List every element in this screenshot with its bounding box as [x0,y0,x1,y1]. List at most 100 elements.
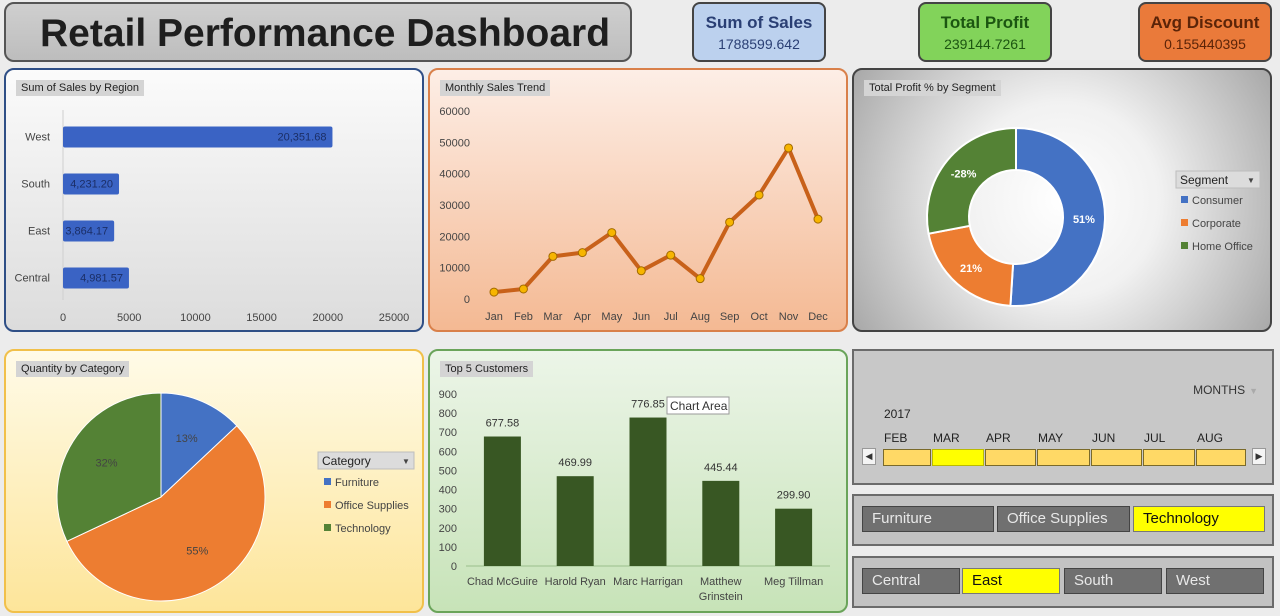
sales-by-region-svg: West 20,351.68 South 4,231.20 East 3,864.17 Ce… [15,110,409,324]
data-point [695,274,705,284]
legend-label: Consumer [1192,195,1243,207]
y-tick-label: 60000 [439,106,470,118]
chevron-down-icon: ▼ [402,457,410,466]
category-label: Marc Harrigan [613,576,683,588]
timeline-level-label: MONTHS [1193,383,1246,397]
y-tick-label: 10000 [439,263,470,275]
slicer-region-west[interactable]: West [1166,568,1264,594]
data-point [754,190,764,200]
bar [556,476,594,566]
y-tick-label: 900 [439,389,457,401]
y-tick-label: 30000 [439,200,470,212]
legend-swatch [324,501,331,508]
timeline-month-mar[interactable] [932,449,984,466]
timeline-prev-icon[interactable]: ◀ [862,448,876,465]
data-label: 51% [1073,214,1095,226]
y-tick-label: 300 [439,504,457,516]
chevron-down-icon: ▼ [1249,386,1258,396]
x-tick-label: Jul [664,311,678,323]
top-customers-svg: 900 800 700 600 500 400 300 200 100 0 677.58 Chad M… [439,389,830,603]
data-point [784,143,794,153]
category-label: West [25,132,50,144]
legend-swatch [324,524,331,531]
data-label: 469.99 [558,457,592,469]
category-label: Chad McGuire [467,576,538,588]
kpi-discount-label: Avg Discount [1150,13,1260,32]
legend-label: Corporate [1192,218,1241,230]
timeline-month-feb[interactable] [883,449,931,466]
data-label: 677.58 [486,418,520,430]
data-label: 4,231.20 [70,179,113,191]
chart-title: Quantity by Category [16,361,130,377]
months-timeline[interactable]: MONTHS ▼ 2017 ◀ ▶ FEB MAR APR MAY JUN JUL AUG [852,349,1274,485]
timeline-month-jun[interactable] [1091,449,1142,466]
timeline-month-jul[interactable] [1143,449,1195,466]
y-tick-label: 50000 [439,137,470,149]
kpi-discount-value: 0.155440395 [1164,36,1246,52]
timeline-month-may[interactable] [1037,449,1090,466]
bar [775,508,813,566]
dashboard-title: Retail Performance Dashboard [40,12,611,55]
kpi-profit-value: 239144.7261 [944,36,1026,52]
legend-label: Office Supplies [335,500,409,512]
bar [702,480,740,566]
data-label: 3,864.17 [65,226,108,238]
x-tick-label: Feb [514,311,533,323]
category-label: Grinstein [699,591,743,603]
y-tick-label: 100 [439,542,457,554]
x-tick-label: 0 [60,312,66,324]
kpi-sales-label: Sum of Sales [705,13,813,32]
x-tick-label: Aug [690,311,710,323]
y-tick-label: 0 [451,561,457,573]
timeline-month-label: APR [986,431,1011,445]
y-tick-label: 600 [439,446,457,458]
data-label: 32% [96,457,118,469]
y-tick-label: 200 [439,523,457,535]
sales-by-region-chart[interactable]: West 20,351.68 South 4,231.20 East 3,864.17 Ce… [4,68,424,332]
slicer-category-technology[interactable]: Technology [1133,506,1265,532]
data-label: 776.85 [631,399,665,411]
timeline-month-aug[interactable] [1196,449,1246,466]
data-label: 299.90 [777,490,811,502]
slicer-region-central[interactable]: Central [862,568,960,594]
chart-title: Monthly Sales Trend [440,80,551,96]
x-tick-label: Jun [632,311,650,323]
legend-swatch [1181,196,1188,203]
quantity-by-category-svg: 13% 55% 32% Category ▼ Furniture Office Suppli… [56,392,415,602]
chevron-down-icon: ▼ [1247,176,1255,185]
timeline-month-label: JUN [1092,431,1116,445]
data-label: 55% [186,545,208,557]
category-slicer[interactable]: Furniture Office Supplies Technology [852,494,1274,546]
data-point [725,217,735,227]
monthly-sales-trend-svg: 60000 50000 40000 30000 20000 10000 0 Jan Feb Mar… [439,106,828,323]
chart-title: Sum of Sales by Region [16,80,145,96]
timeline-next-icon[interactable]: ▶ [1252,448,1266,465]
slicer-region-south[interactable]: South [1064,568,1162,594]
region-slicer[interactable]: Central East South West [852,556,1274,608]
slicer-category-furniture[interactable]: Furniture [862,506,994,532]
quantity-by-category-chart[interactable]: 13% 55% 32% Category ▼ Furniture Office Suppli… [4,349,424,613]
slicer-region-east[interactable]: East [962,568,1060,594]
timeline-month-label: FEB [884,431,908,445]
timeline-month-label: JUL [1144,431,1166,445]
timeline-month-apr[interactable] [985,449,1036,466]
category-label: Harold Ryan [545,576,606,588]
kpi-sales-card: Sum of Sales 1788599.642 [692,2,826,62]
legend-label: Technology [335,523,391,535]
chart-title: Total Profit % by Segment [864,80,1001,96]
monthly-sales-trend-chart[interactable]: 60000 50000 40000 30000 20000 10000 0 Jan Feb Mar… [428,68,848,332]
timeline-level-selector[interactable]: MONTHS ▼ [1193,383,1258,397]
slicer-category-office-supplies[interactable]: Office Supplies [997,506,1130,532]
timeline-month-label: MAR [933,431,960,445]
bar [629,417,667,566]
top-customers-chart[interactable]: 900 800 700 600 500 400 300 200 100 0 677.58 Chad M… [428,349,848,613]
data-point [813,214,823,224]
profit-by-segment-chart[interactable]: 51% 21% -28% Segment ▼ Consumer Corporate Home … [852,68,1272,332]
category-label: South [21,179,50,191]
legend-swatch [1181,219,1188,226]
x-tick-label: May [601,311,622,323]
chart-tooltip-text: Chart Area [670,399,728,413]
data-point [666,250,676,260]
data-point [607,228,617,238]
legend-swatch [1181,242,1188,249]
